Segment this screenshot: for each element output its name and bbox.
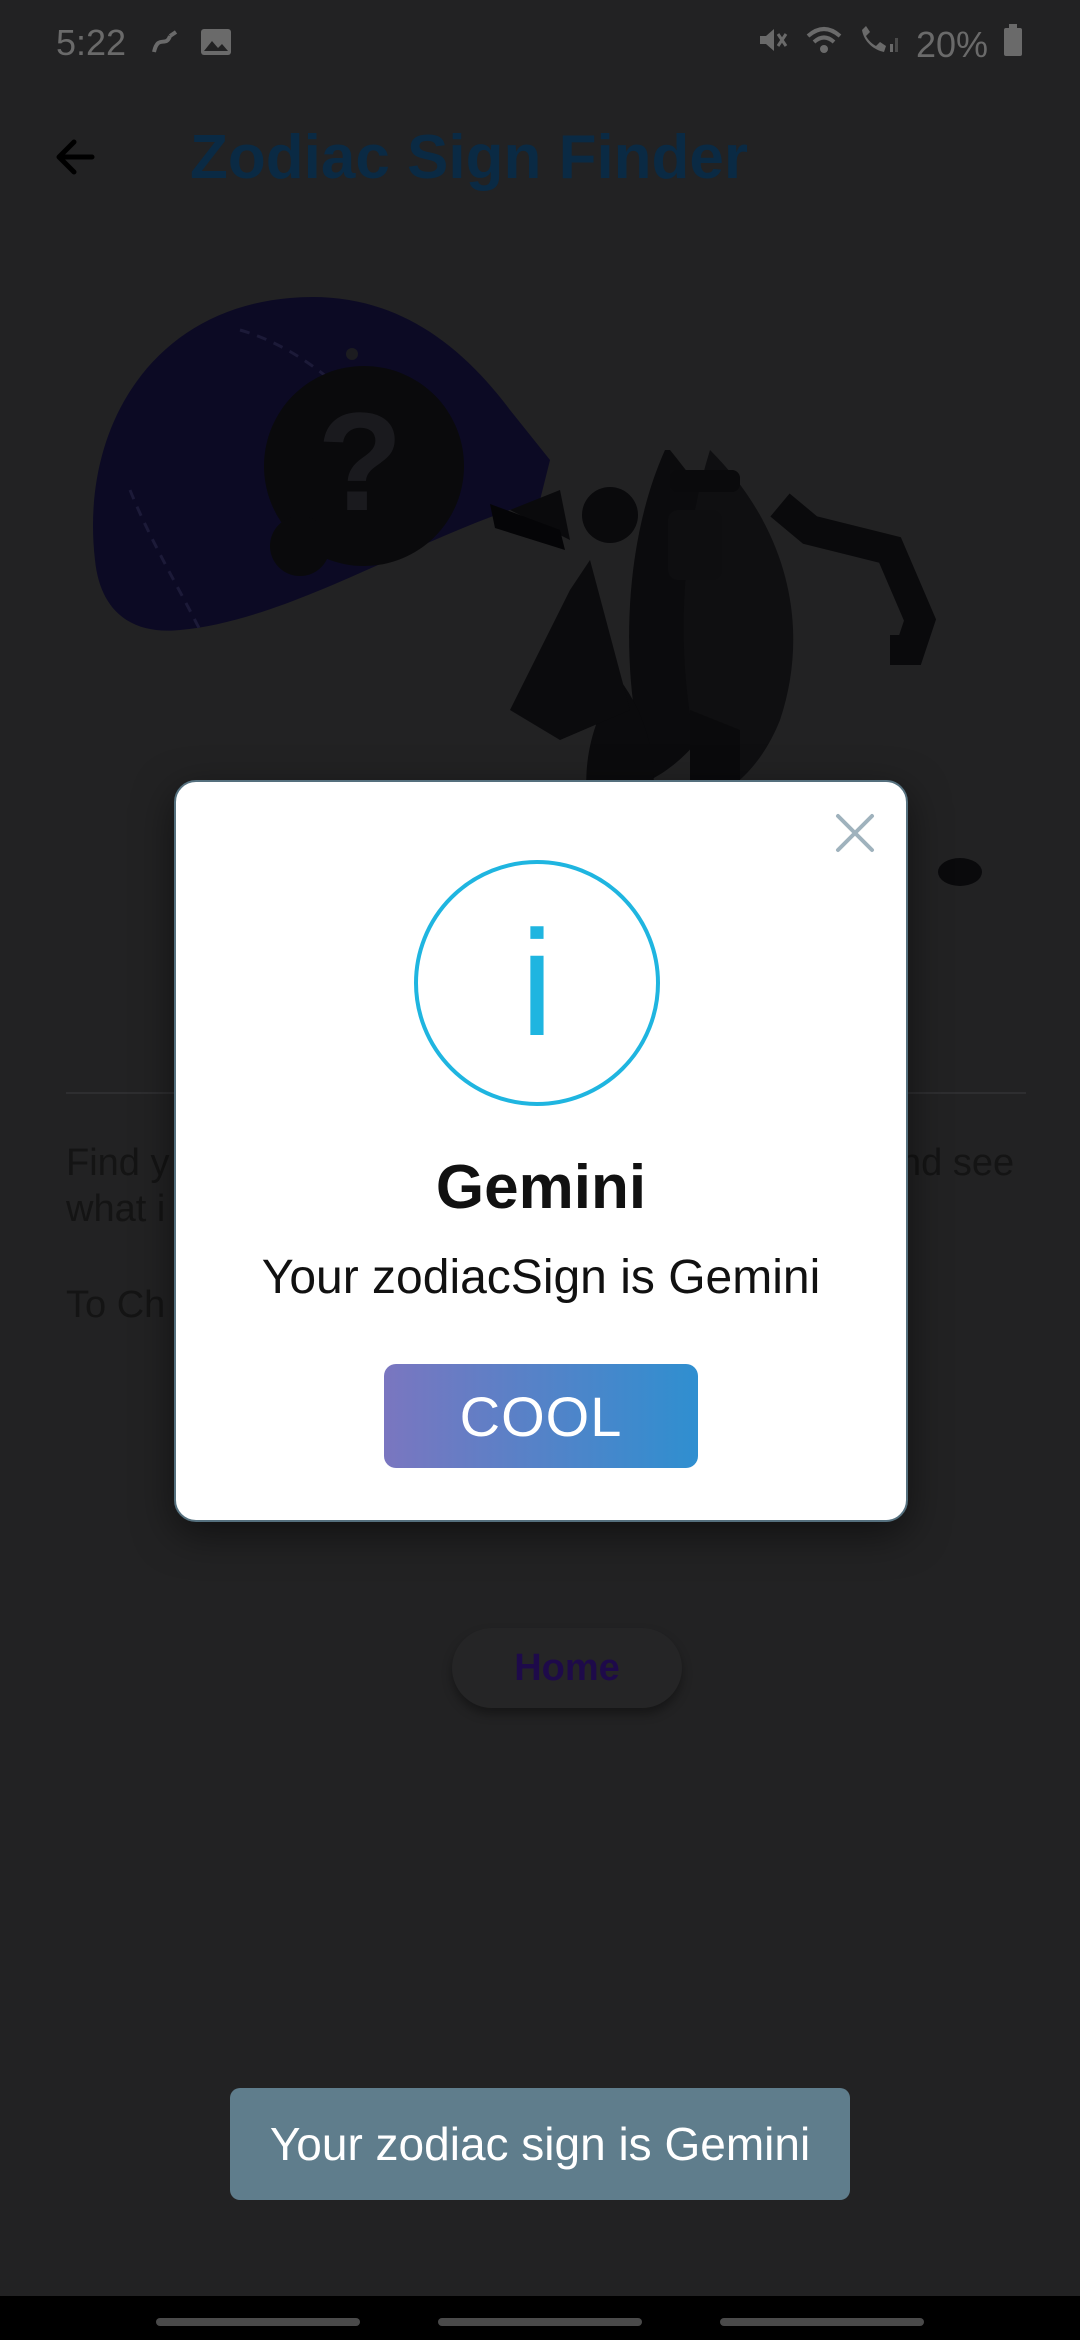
svg-text:?: ? xyxy=(317,383,403,540)
dialog-title: Gemini xyxy=(435,1153,647,1222)
cool-button[interactable]: COOL xyxy=(384,1364,698,1468)
close-button[interactable] xyxy=(830,808,880,858)
description-line-1-end: nd see xyxy=(900,1142,1015,1184)
battery-percent: 20% xyxy=(915,23,988,65)
status-bar: 5:22 20% xyxy=(0,0,1080,86)
nav-back[interactable] xyxy=(720,2318,924,2326)
description-line-1: Find y xyxy=(66,1142,170,1184)
signal-icon xyxy=(858,22,902,67)
arrow-left-icon xyxy=(56,139,95,175)
mute-icon xyxy=(754,22,790,67)
status-time: 5:22 xyxy=(56,22,127,63)
back-button[interactable] xyxy=(48,130,102,184)
home-button[interactable]: Home xyxy=(452,1628,682,1708)
info-icon: i xyxy=(414,860,660,1106)
wifi-icon xyxy=(804,22,844,67)
status-right-icons: 20% xyxy=(754,22,1024,67)
instruction-text: To Ch xyxy=(66,1284,166,1326)
image-icon xyxy=(198,24,234,69)
info-icon-glyph: i xyxy=(520,898,554,1067)
nav-home[interactable] xyxy=(438,2318,642,2326)
page-title: Zodiac Sign Finder xyxy=(190,123,749,192)
toast-message: Your zodiac sign is Gemini xyxy=(230,2088,850,2200)
dialog-message: Your zodiacSign is Gemini xyxy=(261,1251,821,1304)
description-line-2: what i xyxy=(66,1188,166,1230)
close-icon xyxy=(836,814,874,852)
result-dialog: i Gemini Your zodiacSign is Gemini COOL xyxy=(174,780,908,1522)
nav-recents[interactable] xyxy=(156,2318,360,2326)
link-icon xyxy=(148,24,184,69)
battery-icon xyxy=(1002,22,1024,67)
